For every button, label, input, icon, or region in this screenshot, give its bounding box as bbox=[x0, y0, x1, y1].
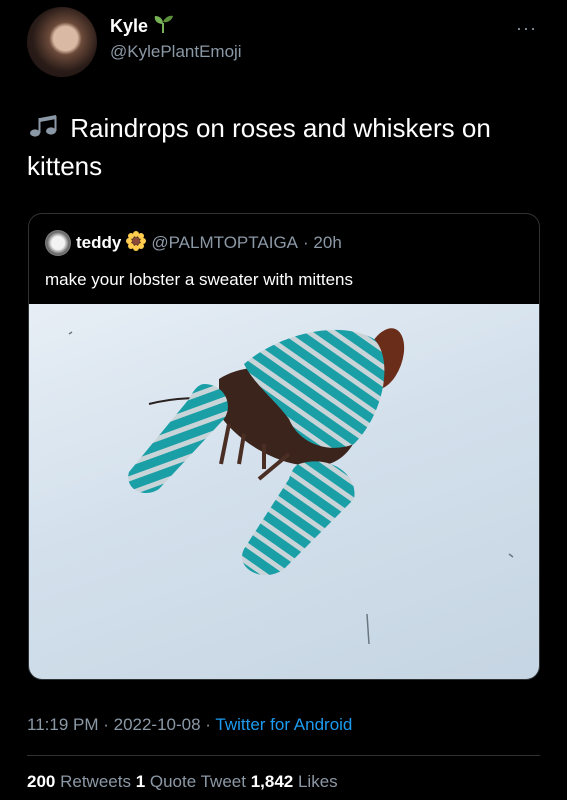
likes-count[interactable]: 1,842 bbox=[251, 772, 294, 791]
quoted-handle[interactable]: @PALMTOPTAIGA bbox=[151, 233, 298, 253]
tweet-timestamp[interactable]: 11:19 PM · 2022-10-08 · bbox=[27, 715, 215, 734]
seedling-icon bbox=[152, 14, 174, 39]
tweet-source[interactable]: Twitter for Android bbox=[215, 715, 352, 734]
tweet-meta: 11:19 PM · 2022-10-08 · Twitter for Andr… bbox=[27, 715, 352, 735]
tweet-text-block: Raindrops on roses and whiskers on kitte… bbox=[27, 110, 542, 184]
tweet-stats: 200 Retweets 1 Quote Tweet 1,842 Likes bbox=[27, 772, 338, 792]
retweets-label[interactable]: Retweets bbox=[55, 772, 135, 791]
quoted-display-name[interactable]: teddy bbox=[76, 233, 121, 253]
retweets-count[interactable]: 200 bbox=[27, 772, 55, 791]
likes-label[interactable]: Likes bbox=[293, 772, 338, 791]
quoted-tweet[interactable]: teddy @PALMTOPTAIGA · 20h make your lobs… bbox=[28, 213, 540, 680]
quotes-count[interactable]: 1 bbox=[136, 772, 145, 791]
author-name-row: Kyle bbox=[110, 14, 174, 39]
user-avatar[interactable] bbox=[27, 7, 97, 77]
quotes-label[interactable]: Quote Tweet bbox=[145, 772, 251, 791]
tweet-text: Raindrops on roses and whiskers on kitte… bbox=[27, 113, 491, 182]
author-display-name[interactable]: Kyle bbox=[110, 16, 148, 37]
divider bbox=[27, 755, 540, 756]
quoted-tweet-header: teddy @PALMTOPTAIGA · 20h bbox=[45, 230, 342, 256]
lobster-mittens-photo[interactable] bbox=[29, 304, 539, 679]
sunflower-icon bbox=[126, 230, 147, 256]
author-handle[interactable]: @KylePlantEmoji bbox=[110, 42, 242, 62]
quoted-time[interactable]: · 20h bbox=[303, 233, 342, 253]
more-options-icon[interactable]: ··· bbox=[516, 18, 537, 39]
musical-notes-icon bbox=[27, 112, 63, 148]
quoted-avatar[interactable] bbox=[45, 230, 71, 256]
quoted-tweet-text: make your lobster a sweater with mittens bbox=[45, 270, 354, 289]
